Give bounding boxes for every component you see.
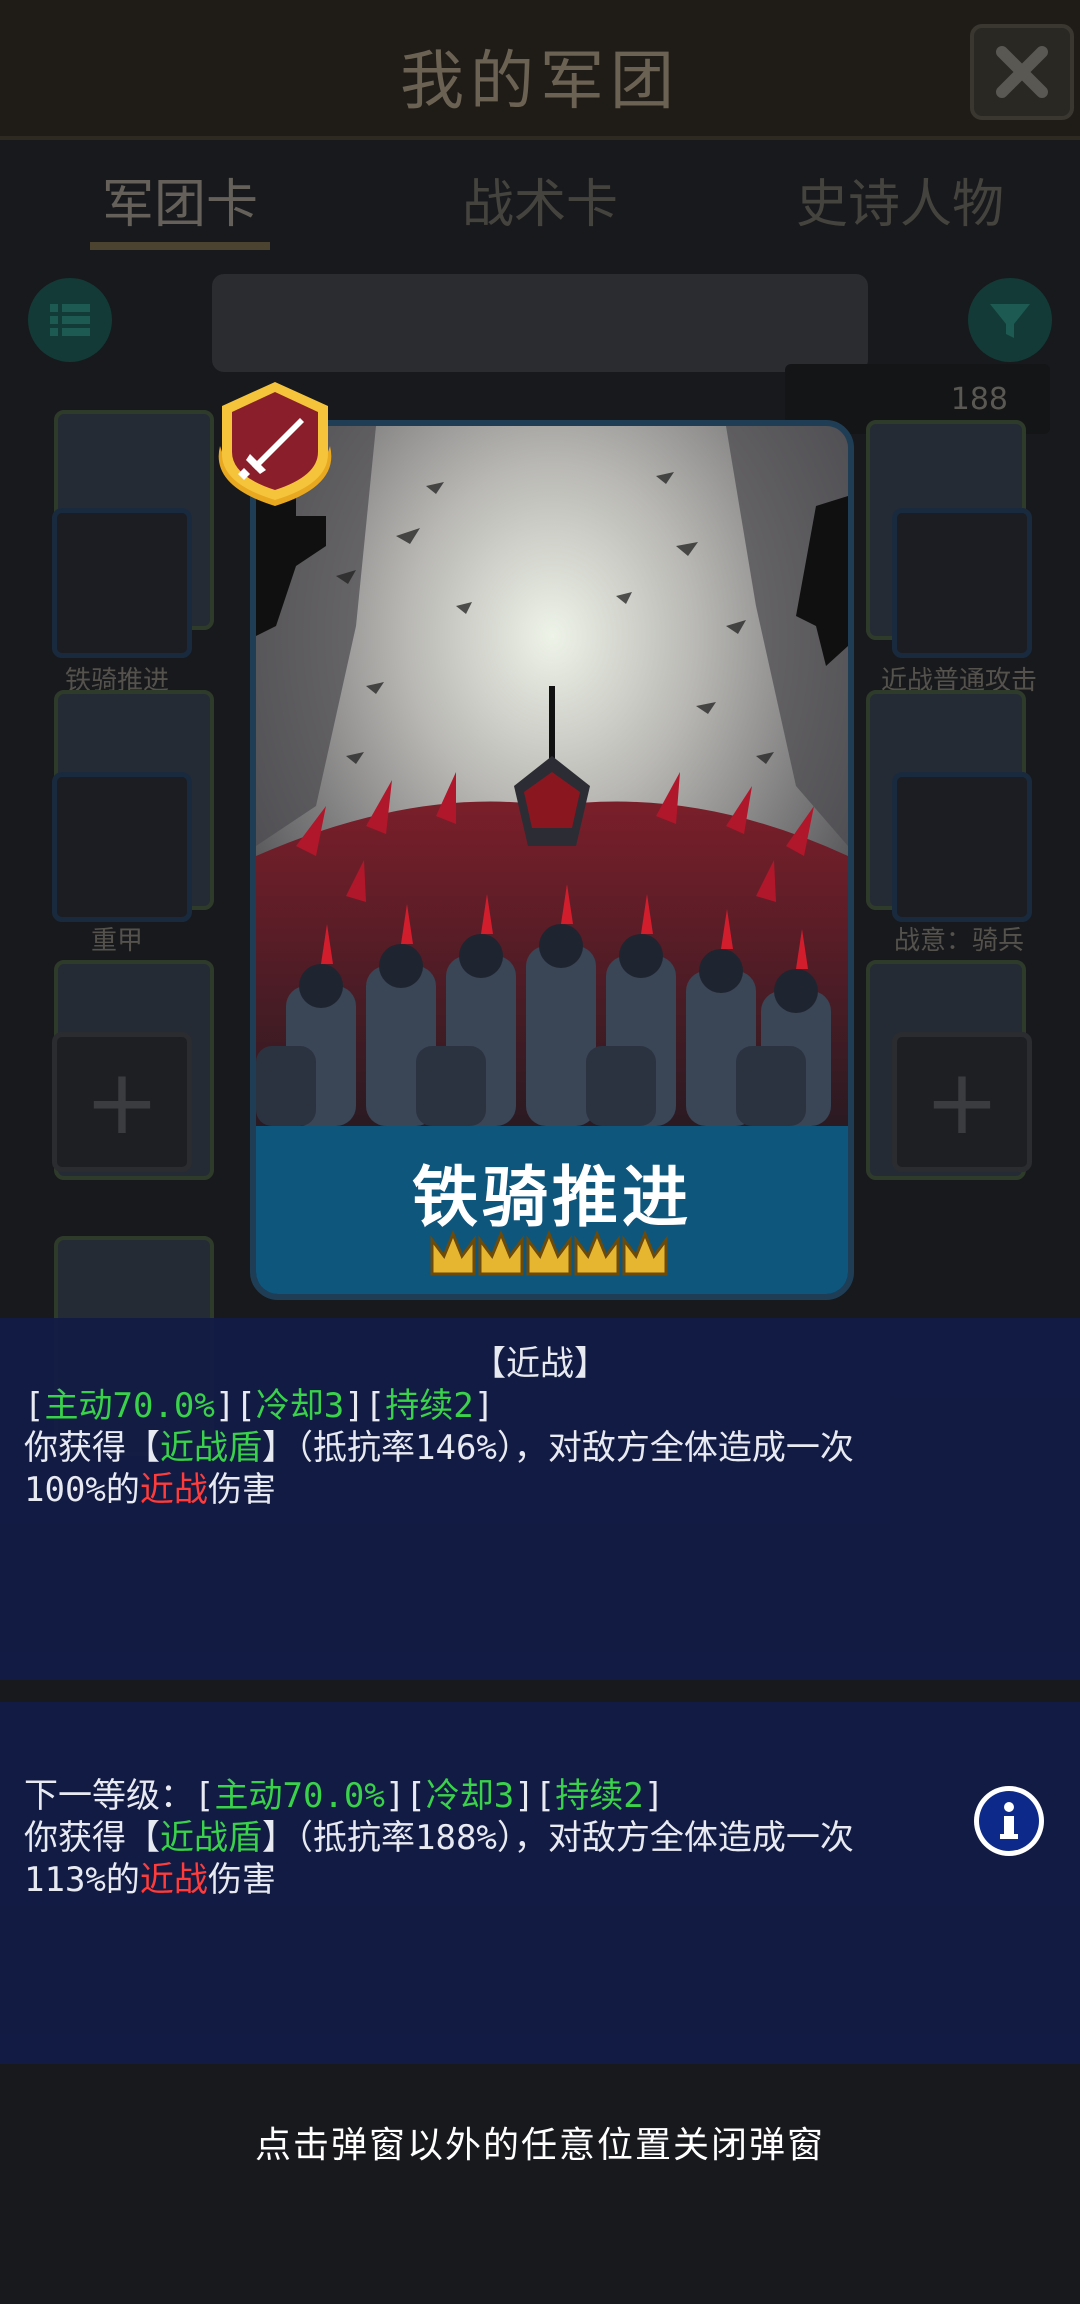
add-slot-button[interactable]: + — [52, 1032, 192, 1172]
list-icon — [50, 304, 90, 336]
background-slot[interactable] — [52, 508, 192, 658]
skill-category: 【近战】 — [472, 1344, 608, 1384]
tab-tactic-cards[interactable]: 战术卡 — [360, 150, 720, 250]
background-card-name: 战意：骑兵 — [893, 926, 1024, 956]
add-slot-button[interactable]: + — [892, 1032, 1032, 1172]
next-level-line1: 你获得【近战盾】（抵抗率188%），对敌方全体造成一次 — [24, 1818, 854, 1858]
background-card-name: 重甲 — [90, 926, 143, 956]
next-level-line2: 113%的近战伤害 — [24, 1860, 276, 1900]
info-icon — [979, 1791, 1039, 1851]
crown-rating — [430, 1230, 668, 1276]
close-button[interactable] — [970, 24, 1074, 120]
filter-button[interactable] — [968, 278, 1052, 362]
background-slot[interactable] — [52, 772, 192, 922]
tab-bar: 军团卡 战术卡 史诗人物 — [0, 150, 1080, 250]
crown-icon — [478, 1230, 524, 1276]
background-slot[interactable] — [892, 772, 1032, 922]
card-artwork — [256, 426, 848, 1126]
melee-sword-badge-icon — [218, 382, 332, 506]
tab-legion-cards[interactable]: 军团卡 — [0, 150, 360, 250]
info-button[interactable] — [974, 1786, 1044, 1856]
crown-icon — [622, 1230, 668, 1276]
crown-icon — [430, 1230, 476, 1276]
current-effect-line1: 你获得【近战盾】（抵抗率146%），对敌方全体造成一次 — [24, 1428, 854, 1468]
tab-epic-characters[interactable]: 史诗人物 — [720, 150, 1080, 250]
skill-card[interactable]: 铁骑推进 — [250, 420, 854, 1300]
current-tags: [主动70.0%][冷却3][持续2] — [24, 1386, 495, 1426]
list-view-button[interactable] — [28, 278, 112, 362]
dismiss-hint: 点击弹窗以外的任意位置关闭弹窗 — [254, 2125, 825, 2166]
background-slot[interactable] — [892, 508, 1032, 658]
crown-icon — [526, 1230, 572, 1276]
crown-icon — [574, 1230, 620, 1276]
top-bar: 我的军团 — [0, 0, 1080, 140]
next-level-tags: 下一等级：[主动70.0%][冷却3][持续2] — [24, 1776, 665, 1816]
current-effect-line2: 100%的近战伤害 — [24, 1470, 276, 1510]
search-input[interactable] — [212, 274, 868, 372]
page-title: 我的军团 — [400, 45, 680, 119]
filter-icon — [990, 304, 1030, 338]
close-icon — [996, 46, 1048, 98]
